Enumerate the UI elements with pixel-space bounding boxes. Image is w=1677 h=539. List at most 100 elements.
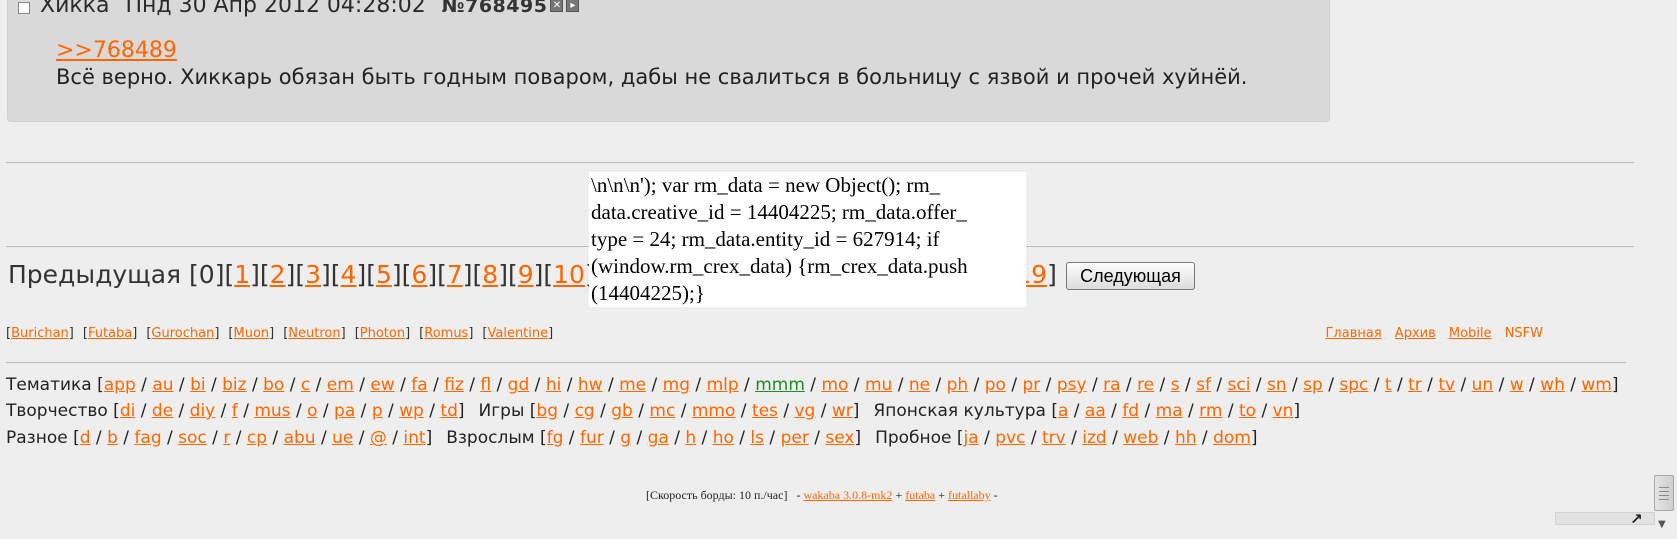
style-muon[interactable]: Muon	[233, 326, 269, 341]
board-link-to[interactable]: to	[1239, 401, 1256, 421]
delete-icon[interactable]: ✕	[550, 0, 564, 12]
board-link-o[interactable]: o	[307, 401, 317, 421]
board-link-hw[interactable]: hw	[578, 375, 603, 395]
board-link-vn[interactable]: vn	[1273, 401, 1294, 421]
board-link-ew[interactable]: ew	[370, 375, 394, 395]
board-link-per[interactable]: per	[781, 428, 809, 448]
board-link-hi[interactable]: hi	[546, 375, 562, 395]
style-neutron[interactable]: Neutron	[288, 326, 340, 341]
board-link-pvc[interactable]: pvc	[995, 428, 1025, 448]
board-link-fur[interactable]: fur	[580, 428, 604, 448]
board-link-sci[interactable]: sci	[1227, 375, 1250, 395]
archive-link[interactable]: Архив	[1395, 326, 1436, 341]
board-link-un[interactable]: un	[1472, 375, 1494, 395]
board-link-mg[interactable]: mg	[663, 375, 690, 395]
board-link-bo[interactable]: bo	[263, 375, 284, 395]
board-link-s[interactable]: s	[1171, 375, 1180, 395]
board-link-fa[interactable]: fa	[411, 375, 427, 395]
board-link-wm[interactable]: wm	[1581, 375, 1611, 395]
page-link-2[interactable]: 2	[270, 260, 286, 289]
board-link-ue[interactable]: ue	[332, 428, 353, 448]
board-link-mc[interactable]: mc	[649, 401, 675, 421]
board-link-mu[interactable]: mu	[865, 375, 892, 395]
board-link-ma[interactable]: ma	[1156, 401, 1183, 421]
board-link-a[interactable]: a	[1058, 401, 1068, 421]
page-link-10[interactable]: 10	[553, 260, 585, 289]
post-select-checkbox[interactable]	[18, 1, 30, 14]
board-link-hh[interactable]: hh	[1175, 428, 1197, 448]
resize-arrow-icon[interactable]: ↗	[1630, 510, 1643, 528]
board-link-td[interactable]: td	[440, 401, 457, 421]
board-link-diy[interactable]: diy	[190, 401, 216, 421]
style-gurochan[interactable]: Gurochan	[151, 326, 214, 341]
board-link-di[interactable]: di	[120, 401, 136, 421]
board-link-sf[interactable]: sf	[1196, 375, 1211, 395]
board-link-sex[interactable]: sex	[825, 428, 854, 448]
page-link-9[interactable]: 9	[518, 260, 534, 289]
board-link-tv[interactable]: tv	[1438, 375, 1455, 395]
board-link-ho[interactable]: ho	[713, 428, 734, 448]
board-link-re[interactable]: re	[1137, 375, 1154, 395]
expand-icon[interactable]: ▸	[566, 0, 580, 12]
page-link-5[interactable]: 5	[376, 260, 392, 289]
board-link-soc[interactable]: soc	[178, 428, 207, 448]
board-link-izd[interactable]: izd	[1082, 428, 1106, 448]
board-link-fd[interactable]: fd	[1122, 401, 1139, 421]
board-link-mmm[interactable]: mmm	[755, 375, 805, 395]
board-link-tr[interactable]: tr	[1408, 375, 1422, 395]
board-link-tes[interactable]: tes	[752, 401, 778, 421]
reply-reference-link[interactable]: >>768489	[56, 38, 177, 63]
board-link-po[interactable]: po	[985, 375, 1006, 395]
page-link-4[interactable]: 4	[341, 260, 357, 289]
board-link-g[interactable]: g	[620, 428, 631, 448]
style-photon[interactable]: Photon	[360, 326, 405, 341]
board-link-psy[interactable]: psy	[1057, 375, 1087, 395]
post-number[interactable]: №768495	[442, 0, 548, 17]
wakaba-link[interactable]: wakaba 3.0.8-mk2	[803, 488, 892, 502]
board-link-gd[interactable]: gd	[508, 375, 530, 395]
page-link-6[interactable]: 6	[411, 260, 427, 289]
board-link-h[interactable]: h	[685, 428, 696, 448]
style-valentine[interactable]: Valentine	[487, 326, 548, 341]
board-link-ph[interactable]: ph	[947, 375, 969, 395]
board-link-bg[interactable]: bg	[536, 401, 558, 421]
board-link-p[interactable]: p	[372, 401, 383, 421]
board-link-gb[interactable]: gb	[611, 401, 633, 421]
board-link-em[interactable]: em	[327, 375, 354, 395]
board-link-rm[interactable]: rm	[1199, 401, 1222, 421]
board-link-mmo[interactable]: mmo	[692, 401, 736, 421]
board-link-abu[interactable]: abu	[284, 428, 316, 448]
board-link-biz[interactable]: biz	[222, 375, 246, 395]
board-link-de[interactable]: de	[152, 401, 173, 421]
page-link-3[interactable]: 3	[305, 260, 321, 289]
board-link-f[interactable]: f	[232, 401, 238, 421]
board-link-ja[interactable]: ja	[964, 428, 979, 448]
scroll-down-arrow-icon[interactable]: ▼	[1658, 519, 1666, 530]
board-link-cp[interactable]: cp	[247, 428, 267, 448]
board-link-ga[interactable]: ga	[648, 428, 669, 448]
board-link-mus[interactable]: mus	[254, 401, 290, 421]
board-link-mo[interactable]: mo	[821, 375, 848, 395]
board-link-@[interactable]: @	[370, 428, 387, 448]
home-link[interactable]: Главная	[1326, 326, 1382, 341]
page-link-8[interactable]: 8	[482, 260, 498, 289]
page-link-7[interactable]: 7	[447, 260, 463, 289]
board-link-ra[interactable]: ra	[1103, 375, 1120, 395]
board-link-web[interactable]: web	[1123, 428, 1158, 448]
mobile-link[interactable]: Mobile	[1449, 326, 1492, 341]
board-link-mlp[interactable]: mlp	[707, 375, 739, 395]
board-link-fl[interactable]: fl	[480, 375, 491, 395]
board-link-trv[interactable]: trv	[1042, 428, 1066, 448]
board-link-c[interactable]: c	[301, 375, 310, 395]
futallaby-link[interactable]: futallaby	[948, 488, 991, 502]
board-link-au[interactable]: au	[152, 375, 173, 395]
next-page-button[interactable]: Следующая	[1066, 262, 1195, 290]
vertical-scrollbar-thumb[interactable]	[1654, 475, 1674, 511]
board-link-int[interactable]: int	[403, 428, 425, 448]
board-link-b[interactable]: b	[107, 428, 118, 448]
board-link-fiz[interactable]: fiz	[444, 375, 464, 395]
style-futaba[interactable]: Futaba	[88, 326, 132, 341]
board-link-wp[interactable]: wp	[399, 401, 424, 421]
board-link-spc[interactable]: spc	[1339, 375, 1368, 395]
board-link-sp[interactable]: sp	[1303, 375, 1323, 395]
